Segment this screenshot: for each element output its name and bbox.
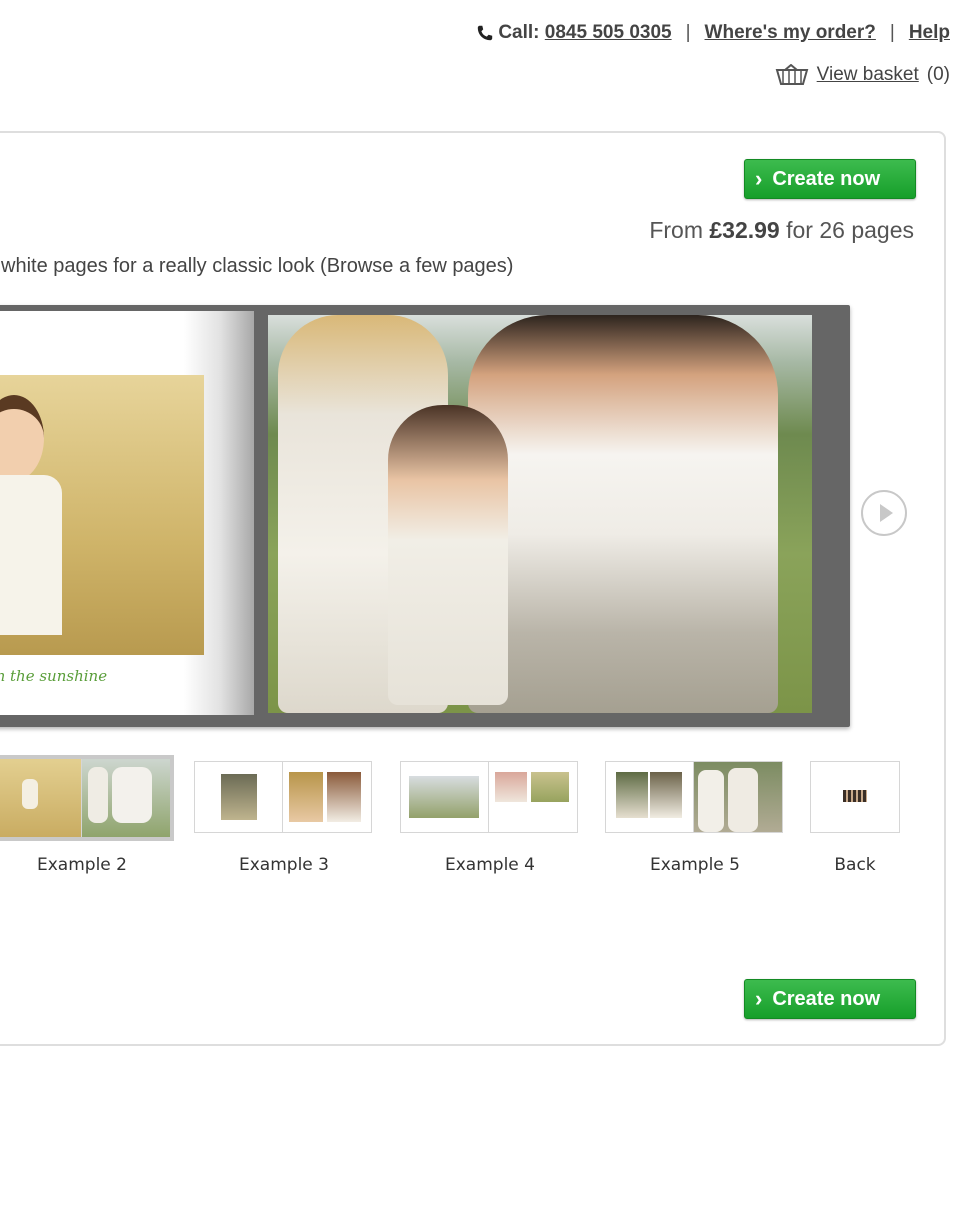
photobook-preview: t in the sunshine xyxy=(0,305,850,727)
price-value: £32.99 xyxy=(709,217,780,243)
thumbnail-frame xyxy=(0,755,174,841)
thumbnail-page xyxy=(489,762,577,832)
next-page-button[interactable] xyxy=(861,490,907,536)
thumbnail-example-2[interactable]: Example 2 xyxy=(0,755,174,881)
chevron-right-icon: › xyxy=(755,986,763,1011)
create-now-button-bottom[interactable]: › Create now xyxy=(744,979,916,1019)
example-thumbnails: Example 2 Example 3 Example 4 Example 5 … xyxy=(0,755,920,895)
wheres-my-order-link[interactable]: Where's my order? xyxy=(705,22,876,44)
left-page-caption: t in the sunshine xyxy=(0,667,108,685)
price-suffix: for 26 pages xyxy=(786,217,914,243)
thumbnail-label: Example 4 xyxy=(445,855,535,875)
basket-icon xyxy=(775,64,808,85)
help-link[interactable]: Help xyxy=(909,22,950,44)
call-label: Call: xyxy=(498,22,540,43)
separator: | xyxy=(889,22,895,43)
thumbnail-frame xyxy=(400,761,578,833)
call-info: Call: 0845 505 0305 xyxy=(476,22,672,44)
price-prefix: From xyxy=(649,217,703,243)
thumbnail-frame xyxy=(605,761,783,833)
chevron-right-icon: › xyxy=(755,166,763,191)
girl-figure xyxy=(388,405,508,705)
basket-count: (0) xyxy=(926,64,950,85)
product-description: white pages for a really classic look (B… xyxy=(1,255,513,278)
thumbnail-frame xyxy=(194,761,372,833)
browse-pages-link[interactable]: (Browse a few pages) xyxy=(320,255,513,277)
girl-head xyxy=(0,395,44,481)
man-figure xyxy=(468,315,778,713)
basket-area: View basket (0) xyxy=(775,64,950,86)
top-links: Call: 0845 505 0305 | Where's my order? … xyxy=(476,22,950,44)
family-photo xyxy=(268,315,812,713)
price-info: From £32.99 for 26 pages xyxy=(649,217,914,244)
thumbnail-page xyxy=(401,762,489,832)
create-now-label: Create now xyxy=(772,987,881,1010)
thumbnail-page xyxy=(0,759,82,837)
product-panel: › Create now From £32.99 for 26 pages wh… xyxy=(0,131,946,1046)
thumbnail-label: Back xyxy=(834,855,876,875)
thumbnail-frame xyxy=(810,761,900,833)
arrow-right-icon xyxy=(879,504,893,522)
phone-icon xyxy=(478,25,493,41)
thumbnail-back[interactable]: Back xyxy=(810,755,900,881)
create-now-button-top[interactable]: › Create now xyxy=(744,159,916,199)
left-page: t in the sunshine xyxy=(0,311,254,715)
create-now-label: Create now xyxy=(772,167,881,190)
thumbnail-example-5[interactable]: Example 5 xyxy=(605,755,785,881)
thumbnail-label: Example 3 xyxy=(239,855,329,875)
view-basket-link[interactable]: View basket xyxy=(817,64,919,86)
thumbnail-page xyxy=(283,762,371,832)
thumbnail-label: Example 2 xyxy=(37,855,127,875)
girl-body xyxy=(0,475,62,635)
thumbnail-label: Example 5 xyxy=(650,855,740,875)
thumbnail-page xyxy=(811,762,899,832)
thumbnail-example-4[interactable]: Example 4 xyxy=(400,755,580,881)
thumbnail-page xyxy=(82,759,170,837)
thumbnail-page xyxy=(195,762,283,832)
girl-in-field-photo xyxy=(0,375,204,655)
thumbnail-page xyxy=(606,762,694,832)
phone-link[interactable]: 0845 505 0305 xyxy=(545,22,672,44)
thumbnail-example-3[interactable]: Example 3 xyxy=(194,755,374,881)
thumbnail-page xyxy=(694,762,782,832)
description-text: white pages for a really classic look xyxy=(1,255,315,277)
separator: | xyxy=(685,22,691,43)
